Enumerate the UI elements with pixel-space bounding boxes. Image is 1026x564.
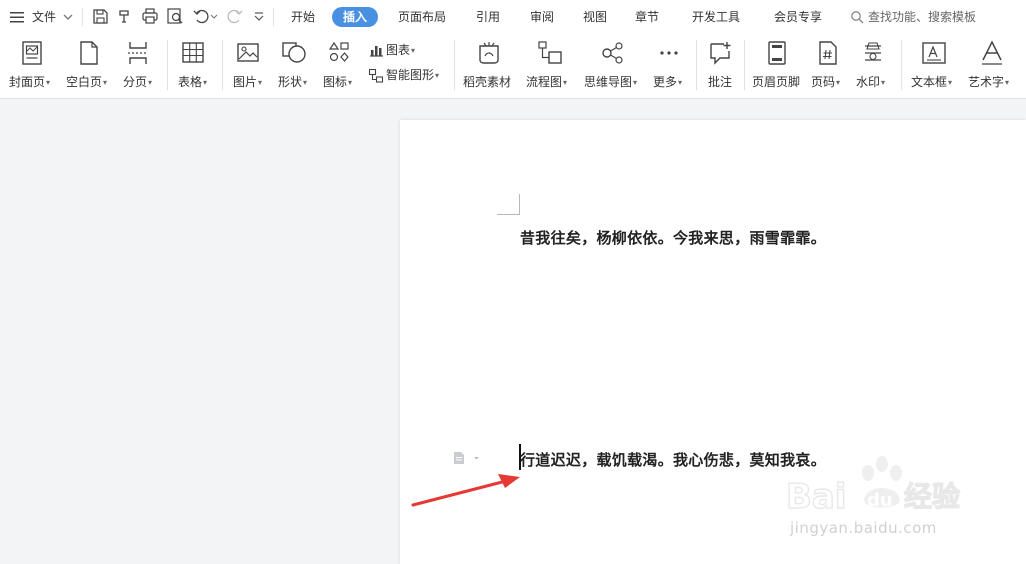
smartart-icon[interactable] bbox=[368, 68, 384, 84]
mindmap-button[interactable]: 思维导图▾ bbox=[582, 40, 646, 94]
file-menu[interactable]: 文件 bbox=[32, 8, 56, 26]
flowchart-icon bbox=[538, 41, 562, 64]
red-pointer-arrow bbox=[411, 474, 520, 507]
paragraph-1[interactable]: 昔我往矣，杨柳依依。今我来思，雨雪霏霏。 bbox=[520, 227, 826, 248]
chart-smartart-group: 图表▾ 智能图形▾ bbox=[366, 40, 450, 94]
paragraph-2[interactable]: 行道迟迟，载饥载渴。我心伤悲，莫知我哀。 bbox=[520, 449, 826, 470]
shape-icon bbox=[282, 42, 306, 63]
table-button[interactable]: 表格▾ bbox=[176, 40, 216, 94]
table-label: 表格 bbox=[178, 75, 203, 89]
menu-bar: 文件 开始 插入 页面布局 引用 审阅 视图 章节 开发工具 会员专享 查找功能… bbox=[0, 0, 1026, 34]
more-dots-icon bbox=[660, 51, 678, 55]
comment-button[interactable]: 批注 bbox=[704, 40, 738, 94]
page-number-button[interactable]: 页码▾ bbox=[810, 40, 848, 94]
page-number-label: 页码 bbox=[811, 75, 836, 89]
chart-label: 图表 bbox=[386, 43, 411, 57]
watermark-brand-cn: 经验 bbox=[904, 480, 960, 513]
tab-view[interactable]: 视图 bbox=[583, 8, 607, 26]
chevron-down-icon[interactable] bbox=[61, 10, 81, 30]
textbox-button[interactable]: 文本框▾ bbox=[909, 40, 961, 94]
shape-button[interactable]: 形状▾ bbox=[276, 40, 316, 94]
divider bbox=[454, 40, 455, 90]
page-number-icon bbox=[819, 41, 837, 65]
textbox-icon bbox=[922, 42, 946, 64]
tab-home[interactable]: 开始 bbox=[291, 8, 315, 26]
picture-label: 图片 bbox=[233, 75, 258, 89]
tab-member[interactable]: 会员专享 bbox=[774, 8, 822, 26]
wordart-icon bbox=[982, 40, 1002, 65]
hamburger-menu-icon[interactable] bbox=[9, 9, 29, 29]
divider bbox=[901, 40, 902, 90]
save-icon[interactable] bbox=[91, 7, 111, 27]
more-label: 更多 bbox=[653, 75, 678, 89]
material-label: 稻壳素材 bbox=[463, 75, 512, 89]
comment-icon bbox=[710, 42, 731, 65]
more-button[interactable]: 更多▾ bbox=[652, 40, 690, 94]
cover-page-button[interactable]: 封面页▾ bbox=[8, 40, 58, 94]
page-margin-corner-mark bbox=[497, 194, 520, 215]
divider bbox=[744, 40, 745, 90]
chart-icon[interactable] bbox=[368, 42, 384, 58]
smartart-button[interactable]: 智能图形▾ bbox=[386, 67, 439, 84]
baidu-jingyan-logo: Bai du 经验 bbox=[785, 456, 961, 518]
divider bbox=[273, 8, 274, 26]
picture-button[interactable]: 图片▾ bbox=[231, 40, 271, 94]
tab-developer[interactable]: 开发工具 bbox=[692, 8, 740, 26]
picture-icon bbox=[237, 43, 259, 62]
blank-page-button[interactable]: 空白页▾ bbox=[65, 40, 113, 94]
watermark-brand: Bai bbox=[786, 477, 847, 517]
page-break-button[interactable]: 分页▾ bbox=[122, 40, 160, 94]
watermark-label: 水印 bbox=[856, 75, 881, 89]
cover-page-icon bbox=[22, 41, 42, 65]
wordart-label: 艺术字 bbox=[968, 75, 1005, 89]
flowchart-label: 流程图 bbox=[526, 75, 563, 89]
watermark-button[interactable]: 水印▾ bbox=[855, 40, 893, 94]
watermark-url: jingyan.baidu.com bbox=[790, 519, 937, 537]
print-icon[interactable] bbox=[141, 7, 161, 27]
icon-library-button[interactable]: 图标▾ bbox=[322, 40, 362, 94]
wordart-button[interactable]: 艺术字▾ bbox=[967, 40, 1019, 94]
divider bbox=[222, 40, 223, 90]
watermark-icon bbox=[865, 42, 881, 61]
cover-page-label: 封面页 bbox=[9, 75, 46, 89]
search-icon[interactable] bbox=[850, 10, 870, 30]
print-preview-icon[interactable] bbox=[166, 7, 186, 27]
tab-insert[interactable]: 插入 bbox=[332, 7, 379, 27]
quick-access-more-icon[interactable] bbox=[252, 9, 272, 29]
chart-button[interactable]: 图表▾ bbox=[386, 42, 415, 59]
blank-page-icon bbox=[80, 41, 98, 65]
redo-icon[interactable] bbox=[226, 7, 246, 27]
comment-label: 批注 bbox=[708, 75, 733, 89]
docer-material-button[interactable]: 稻壳素材 bbox=[462, 40, 516, 94]
tab-page-layout[interactable]: 页面布局 bbox=[398, 8, 446, 26]
mindmap-icon bbox=[602, 42, 623, 64]
tab-references[interactable]: 引用 bbox=[476, 8, 500, 26]
header-footer-label: 页眉页脚 bbox=[752, 75, 801, 89]
watermark-brand-du: du bbox=[867, 490, 893, 511]
insert-ribbon: 封面页▾ 空白页▾ 分页▾ 表格▾ 图片▾ 形状▾ 图标▾ 图表▾ 智能图形▾ … bbox=[0, 34, 1026, 99]
tab-review[interactable]: 审阅 bbox=[530, 8, 554, 26]
material-icon bbox=[479, 42, 499, 64]
header-footer-icon bbox=[768, 41, 786, 65]
textbox-label: 文本框 bbox=[911, 75, 948, 89]
icons-icon bbox=[328, 41, 349, 62]
blank-page-label: 空白页 bbox=[66, 75, 103, 89]
flowchart-button[interactable]: 流程图▾ bbox=[525, 40, 573, 94]
paragraph-handle-icon[interactable] bbox=[452, 450, 482, 466]
tab-section[interactable]: 章节 bbox=[635, 8, 659, 26]
header-footer-button[interactable]: 页眉页脚 bbox=[752, 40, 804, 94]
table-icon bbox=[182, 42, 204, 63]
divider bbox=[82, 8, 83, 26]
search-input[interactable]: 查找功能、搜索模板 bbox=[868, 8, 976, 26]
mindmap-label: 思维导图 bbox=[584, 75, 633, 89]
file-menu-label: 文件 bbox=[32, 10, 57, 24]
format-painter-icon[interactable] bbox=[116, 7, 136, 27]
divider bbox=[167, 40, 168, 90]
page-break-icon bbox=[128, 42, 148, 64]
shape-label: 形状 bbox=[278, 75, 303, 89]
smartart-label: 智能图形 bbox=[386, 68, 435, 82]
divider bbox=[696, 40, 697, 90]
page-break-label: 分页 bbox=[123, 75, 148, 89]
icon-library-label: 图标 bbox=[323, 75, 348, 89]
